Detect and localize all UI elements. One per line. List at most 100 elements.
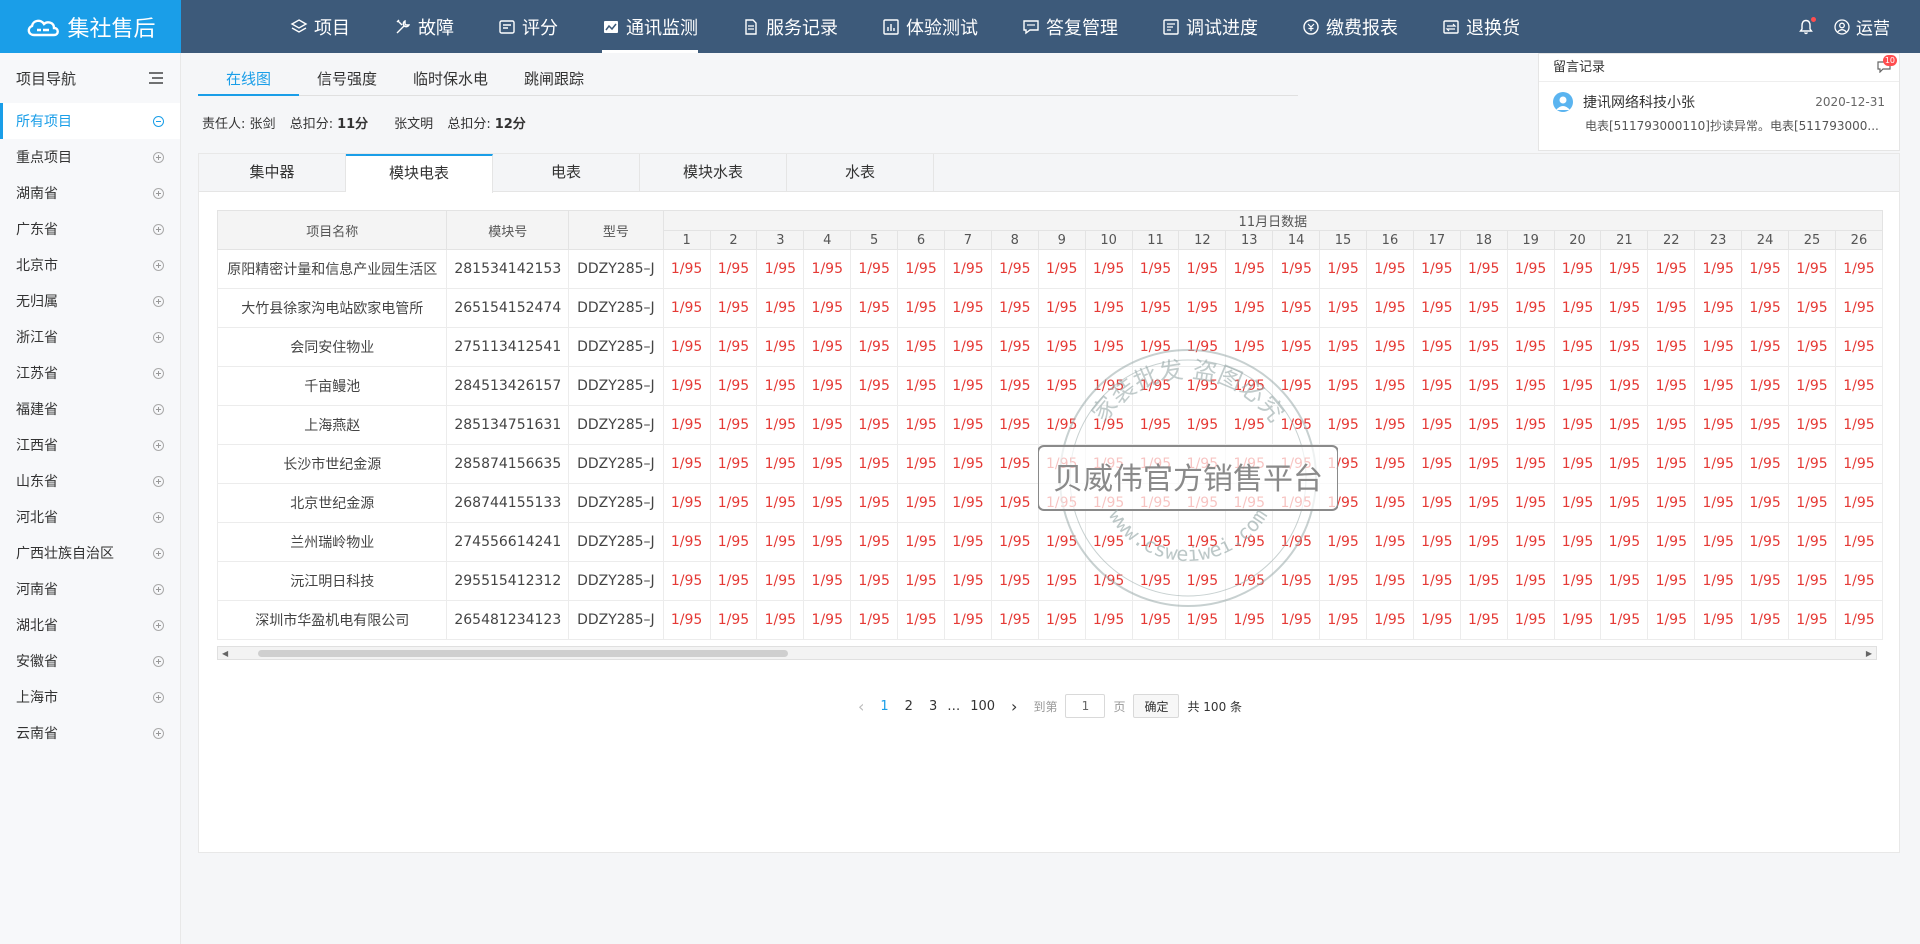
expand-icon[interactable] [153,223,164,235]
scrollbar-thumb[interactable] [258,650,788,657]
expand-icon[interactable] [153,187,164,199]
expand-icon[interactable] [153,691,164,703]
sidebar-item-0[interactable]: 所有项目 [0,103,180,139]
sidebar-item-15[interactable]: 安徽省 [0,643,180,679]
user-menu[interactable]: 运营 [1856,14,1890,39]
nav-item-5[interactable]: 体验测试 [882,0,978,53]
expand-icon[interactable] [153,259,164,271]
table-row[interactable]: 深圳市华盈机电有限公司 265481234123 DDZY285–J 1/95 1/95… [217,600,1883,640]
sidebar-item-6[interactable]: 浙江省 [0,319,180,355]
table-row[interactable]: 大竹县徐家沟电站欧家电管所 265154152474 DDZY285–J 1/95 1/… [217,288,1883,328]
cell-day-value: 1/95 [1834,444,1883,484]
cell-model: DDZY285–J [568,405,664,445]
expand-icon[interactable] [153,475,164,487]
device-tab-3[interactable]: 模块水表 [640,154,787,191]
table-row[interactable]: 会同安住物业 275113412541 DDZY285–J 1/95 1/95 1/95 1… [217,327,1883,367]
prev-page-icon[interactable]: ‹ [858,697,864,716]
scroll-left-icon[interactable]: ◀ [222,649,228,658]
cell-day-value: 1/95 [1506,327,1555,367]
goto-page-input[interactable]: 1 [1065,694,1106,718]
cell-day-value: 1/95 [1272,366,1321,406]
expand-icon[interactable] [153,151,164,163]
next-page-icon[interactable]: › [1011,697,1017,716]
sidebar-item-9[interactable]: 江西省 [0,427,180,463]
notification-bell-icon[interactable] [1798,16,1816,35]
page-number[interactable]: 1 [880,699,888,714]
expand-icon[interactable] [153,727,164,739]
message-item[interactable]: 捷讯网络科技小张 2020-12-31 [1539,82,1899,112]
expand-icon[interactable] [153,403,164,415]
sidebar-item-13[interactable]: 河南省 [0,571,180,607]
sidebar-item-3[interactable]: 广东省 [0,211,180,247]
expand-icon[interactable] [153,619,164,631]
cell-day-value: 1/95 [1741,483,1790,523]
cell-day-value: 1/95 [1319,561,1367,601]
col-day: 4 [803,230,852,250]
scroll-right-icon[interactable]: ▶ [1866,649,1872,658]
nav-item-6[interactable]: 答复管理 [1022,0,1118,53]
expand-icon[interactable] [153,511,164,523]
nav-item-0[interactable]: 项目 [290,0,350,53]
sidebar-item-17[interactable]: 云南省 [0,715,180,751]
collapse-menu-icon[interactable] [148,71,164,85]
table-row[interactable]: 北京世纪金源 268744155133 DDZY285–J 1/95 1/95 1/95 1… [217,483,1883,523]
collapse-icon[interactable] [153,115,164,127]
expand-icon[interactable] [153,331,164,343]
nav-item-4[interactable]: 服务记录 [742,0,838,53]
device-tab-1[interactable]: 模块电表 [346,154,493,193]
nav-item-9[interactable]: 退换货 [1442,0,1520,53]
table-row[interactable]: 沅江明日科技 295515412312 DDZY285–J 1/95 1/95 1/95 1… [217,561,1883,601]
table-row[interactable]: 长沙市世纪金源 285874156635 DDZY285–J 1/95 1/95 1/95… [217,444,1883,484]
page-number[interactable]: 2 [905,699,913,714]
nav-item-2[interactable]: 评分 [498,0,558,53]
table-row[interactable]: 千亩鳗池 284513426157 DDZY285–J 1/95 1/95 1/95 1/9… [217,366,1883,406]
sidebar-item-1[interactable]: 重点项目 [0,139,180,175]
sidebar-item-7[interactable]: 江苏省 [0,355,180,391]
sidebar-item-2[interactable]: 湖南省 [0,175,180,211]
nav-item-3[interactable]: 通讯监测 [602,0,698,53]
device-tab-2[interactable]: 电表 [493,154,640,191]
cell-day-value: 1/95 [662,561,711,601]
expand-icon[interactable] [153,547,164,559]
table-row[interactable]: 原阳精密计量和信息产业园生活区 281534142153 DDZY285–J 1/95… [217,249,1883,289]
nav-item-8[interactable]: 缴费报表 [1302,0,1398,53]
cell-day-value: 1/95 [1834,522,1883,562]
horizontal-scrollbar[interactable]: ◀ ▶ [217,646,1877,660]
nav-item-7[interactable]: 调试进度 [1162,0,1258,53]
device-tab-0[interactable]: 集中器 [199,154,346,191]
cell-project: 大竹县徐家沟电站欧家电管所 [217,288,448,328]
cell-day-value: 1/95 [1225,405,1274,445]
sidebar-item-11[interactable]: 河北省 [0,499,180,535]
expand-icon[interactable] [153,439,164,451]
view-tab-2[interactable]: 临时保水电 [395,66,506,95]
expand-icon[interactable] [153,655,164,667]
page-number[interactable]: 100 [970,699,995,714]
sidebar-item-14[interactable]: 湖北省 [0,607,180,643]
cell-day-value: 1/95 [1553,600,1602,640]
sidebar-item-12[interactable]: 广西壮族自治区 [0,535,180,571]
cell-day-value: 1/95 [709,483,758,523]
view-tab-0[interactable]: 在线图 [198,66,300,96]
expand-icon[interactable] [153,367,164,379]
sidebar-item-10[interactable]: 山东省 [0,463,180,499]
device-tab-4[interactable]: 水表 [787,154,934,191]
cell-day-value: 1/95 [662,405,711,445]
nav-item-label: 项目 [314,17,350,39]
app-logo[interactable]: 集社售后 [0,0,181,53]
view-tab-1[interactable]: 信号强度 [299,66,395,95]
view-tab-3[interactable]: 跳闸跟踪 [506,66,602,95]
col-model: 型号 [568,210,664,250]
sidebar-item-4[interactable]: 北京市 [0,247,180,283]
sidebar-item-5[interactable]: 无归属 [0,283,180,319]
cell-day-value: 1/95 [662,444,711,484]
expand-icon[interactable] [153,295,164,307]
nav-item-1[interactable]: 故障 [394,0,454,53]
cell-day-value: 1/95 [850,483,899,523]
goto-confirm-button[interactable]: 确定 [1133,694,1180,718]
expand-icon[interactable] [153,583,164,595]
sidebar-item-8[interactable]: 福建省 [0,391,180,427]
sidebar-item-16[interactable]: 上海市 [0,679,180,715]
page-number[interactable]: 3 [929,699,937,714]
table-row[interactable]: 兰州瑞岭物业 274556614241 DDZY285–J 1/95 1/95 1/95 1… [217,522,1883,562]
table-row[interactable]: 上海燕赵 285134751631 DDZY285–J 1/95 1/95 1/95 1/9… [217,405,1883,445]
